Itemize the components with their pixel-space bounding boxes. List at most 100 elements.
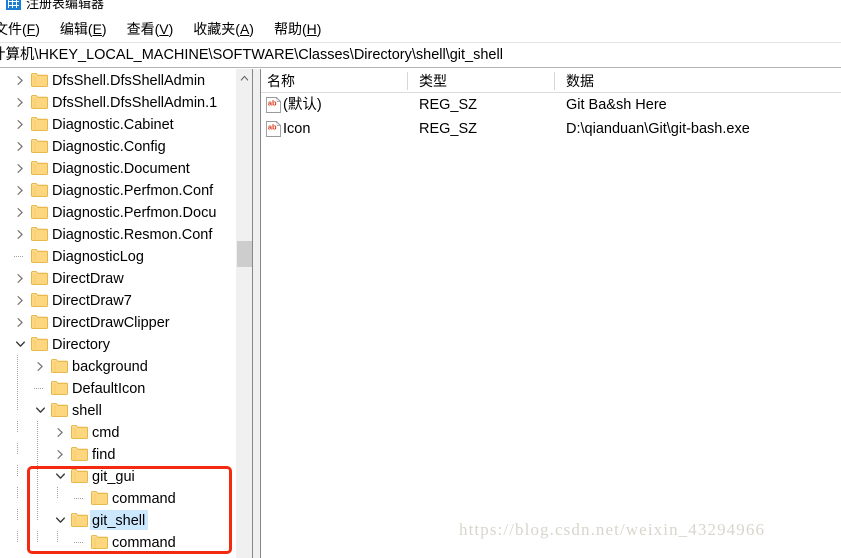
chevron-right-icon[interactable] — [12, 179, 28, 201]
tree-guide-line — [17, 531, 18, 543]
tree-item-diagnostic-config[interactable]: Diagnostic.Config — [0, 135, 252, 157]
menu-item-3[interactable]: 查看(V) — [117, 17, 184, 41]
tree-item-label: git_shell — [90, 510, 149, 530]
tree-item-directdrawclipper[interactable]: DirectDrawClipper — [0, 311, 252, 333]
tree-guide-line — [17, 377, 18, 399]
tree-guide-line — [57, 531, 58, 543]
pane-splitter[interactable] — [252, 69, 261, 558]
tree-item-label: command — [112, 535, 176, 551]
tree-item-directdraw[interactable]: DirectDraw — [0, 267, 252, 289]
folder-icon — [91, 535, 108, 549]
tree-item-label: command — [112, 491, 176, 507]
tree-item-label: shell — [72, 403, 102, 419]
folder-icon — [31, 227, 48, 241]
value-name: (默认) — [283, 97, 322, 113]
chevron-right-icon[interactable] — [12, 157, 28, 179]
tree-guide-connector — [34, 388, 44, 389]
tree-guide-line — [17, 509, 18, 521]
menu-bar: 文件(F) 编辑(E) 查看(V) 收藏夹(A) 帮助(H) — [0, 16, 841, 41]
tree-item-label: Diagnostic.Resmon.Conf — [52, 227, 213, 243]
chevron-right-icon[interactable] — [52, 443, 68, 465]
chevron-right-icon[interactable] — [12, 135, 28, 157]
value-name: Icon — [283, 121, 311, 137]
tree-item-find[interactable]: find — [0, 443, 252, 465]
column-header-3[interactable]: 数据 — [560, 69, 594, 93]
folder-icon — [31, 73, 48, 87]
column-separator[interactable] — [554, 72, 555, 90]
menu-item-5[interactable]: 帮助(H) — [264, 17, 331, 41]
chevron-right-icon[interactable] — [12, 267, 28, 289]
folder-icon — [31, 315, 48, 329]
tree-item-diagnostic-perfmon-conf[interactable]: Diagnostic.Perfmon.Conf — [0, 179, 252, 201]
tree-item-git-gui[interactable]: git_gui — [0, 465, 252, 487]
tree-guide-line — [37, 531, 38, 543]
value-row[interactable]: ab Icon REG_SZ D:\qianduan\Git\git-bash.exe — [261, 117, 841, 141]
registry-values-pane[interactable]: 名称 类型 数据 ab (默认) REG_SZ Git Ba&sh Here ab Icon R… — [261, 69, 841, 558]
chevron-right-icon[interactable] — [32, 355, 48, 377]
scroll-up-icon[interactable] — [236, 69, 252, 86]
chevron-right-icon[interactable] — [12, 91, 28, 113]
registry-editor-window: 注册表编辑器 文件(F) 编辑(E) 查看(V) 收藏夹(A) 帮助(H) 计算机\HK… — [0, 0, 841, 558]
tree-item-label: DirectDraw7 — [52, 293, 132, 309]
tree-item-background[interactable]: background — [0, 355, 252, 377]
main-content: DfsShell.DfsShellAdmin DfsShell.DfsShellA… — [0, 69, 841, 558]
registry-tree-pane[interactable]: DfsShell.DfsShellAdmin DfsShell.DfsShellA… — [0, 69, 252, 558]
tree-item-directdraw7[interactable]: DirectDraw7 — [0, 289, 252, 311]
tree-item-dfsshell-dfsshelladmin[interactable]: DfsShell.DfsShellAdmin — [0, 69, 252, 91]
tree-guide-connector — [74, 542, 84, 543]
menu-item-4[interactable]: 收藏夹(A) — [183, 17, 264, 41]
tree-item-diagnostic-cabinet[interactable]: Diagnostic.Cabinet — [0, 113, 252, 135]
tree-item-diagnostic-perfmon-docu[interactable]: Diagnostic.Perfmon.Docu — [0, 201, 252, 223]
tree-item-dfsshell-dfsshelladmin-1[interactable]: DfsShell.DfsShellAdmin.1 — [0, 91, 252, 113]
menu-item-2[interactable]: 编辑(E) — [50, 17, 117, 41]
chevron-right-icon[interactable] — [12, 289, 28, 311]
value-row[interactable]: ab (默认) REG_SZ Git Ba&sh Here — [261, 93, 841, 117]
tree-item-diagnostic-document[interactable]: Diagnostic.Document — [0, 157, 252, 179]
tree-item-command[interactable]: command — [0, 531, 252, 553]
menu-item-1[interactable]: 文件(F) — [0, 17, 50, 41]
scroll-thumb[interactable] — [237, 241, 252, 267]
tree-item-git-shell[interactable]: git_shell — [0, 509, 252, 531]
tree-item-label: find — [92, 447, 116, 463]
address-bar[interactable]: 计算机\HKEY_LOCAL_MACHINE\SOFTWARE\Classes\… — [0, 42, 841, 68]
tree-item-label: background — [72, 359, 148, 375]
tree-guide-connector — [74, 498, 84, 499]
tree-item-label: cmd — [92, 425, 120, 441]
tree-item-diagnostic-resmon-conf[interactable]: Diagnostic.Resmon.Conf — [0, 223, 252, 245]
tree-item-shell[interactable]: shell — [0, 399, 252, 421]
folder-icon — [51, 359, 68, 373]
tree-item-label: Diagnostic.Perfmon.Docu — [52, 205, 217, 221]
tree-item-label: Diagnostic.Config — [52, 139, 166, 155]
chevron-down-icon[interactable] — [52, 509, 68, 531]
column-separator[interactable] — [407, 72, 408, 90]
folder-icon — [71, 513, 88, 527]
chevron-down-icon[interactable] — [12, 333, 28, 355]
column-header-2[interactable]: 类型 — [413, 69, 447, 93]
chevron-right-icon[interactable] — [12, 113, 28, 135]
tree-item-defaulticon[interactable]: DefaultIcon — [0, 377, 252, 399]
tree-item-label: Diagnostic.Document — [52, 161, 190, 177]
tree-item-cmd[interactable]: cmd — [0, 421, 252, 443]
tree-item-label: DfsShell.DfsShellAdmin.1 — [52, 95, 218, 111]
chevron-right-icon[interactable] — [12, 69, 28, 91]
chevron-right-icon[interactable] — [12, 201, 28, 223]
folder-icon — [71, 425, 88, 439]
folder-icon — [31, 337, 48, 351]
chevron-down-icon[interactable] — [32, 399, 48, 421]
tree-guide-line — [37, 465, 38, 487]
chevron-down-icon[interactable] — [52, 465, 68, 487]
chevron-right-icon[interactable] — [52, 421, 68, 443]
tree-guide-line — [17, 421, 18, 433]
tree-vertical-scrollbar[interactable] — [235, 69, 252, 558]
column-header-1[interactable]: 名称 — [261, 69, 295, 93]
folder-icon — [31, 95, 48, 109]
tree-item-command[interactable]: command — [0, 487, 252, 509]
tree-guide-line — [37, 509, 38, 521]
address-path: 计算机\HKEY_LOCAL_MACHINE\SOFTWARE\Classes\… — [0, 47, 503, 63]
tree-item-diagnosticlog[interactable]: DiagnosticLog — [0, 245, 252, 267]
chevron-right-icon[interactable] — [12, 311, 28, 333]
chevron-right-icon[interactable] — [12, 223, 28, 245]
registry-editor-icon — [6, 0, 21, 10]
folder-icon — [31, 161, 48, 175]
tree-item-directory[interactable]: Directory — [0, 333, 252, 355]
